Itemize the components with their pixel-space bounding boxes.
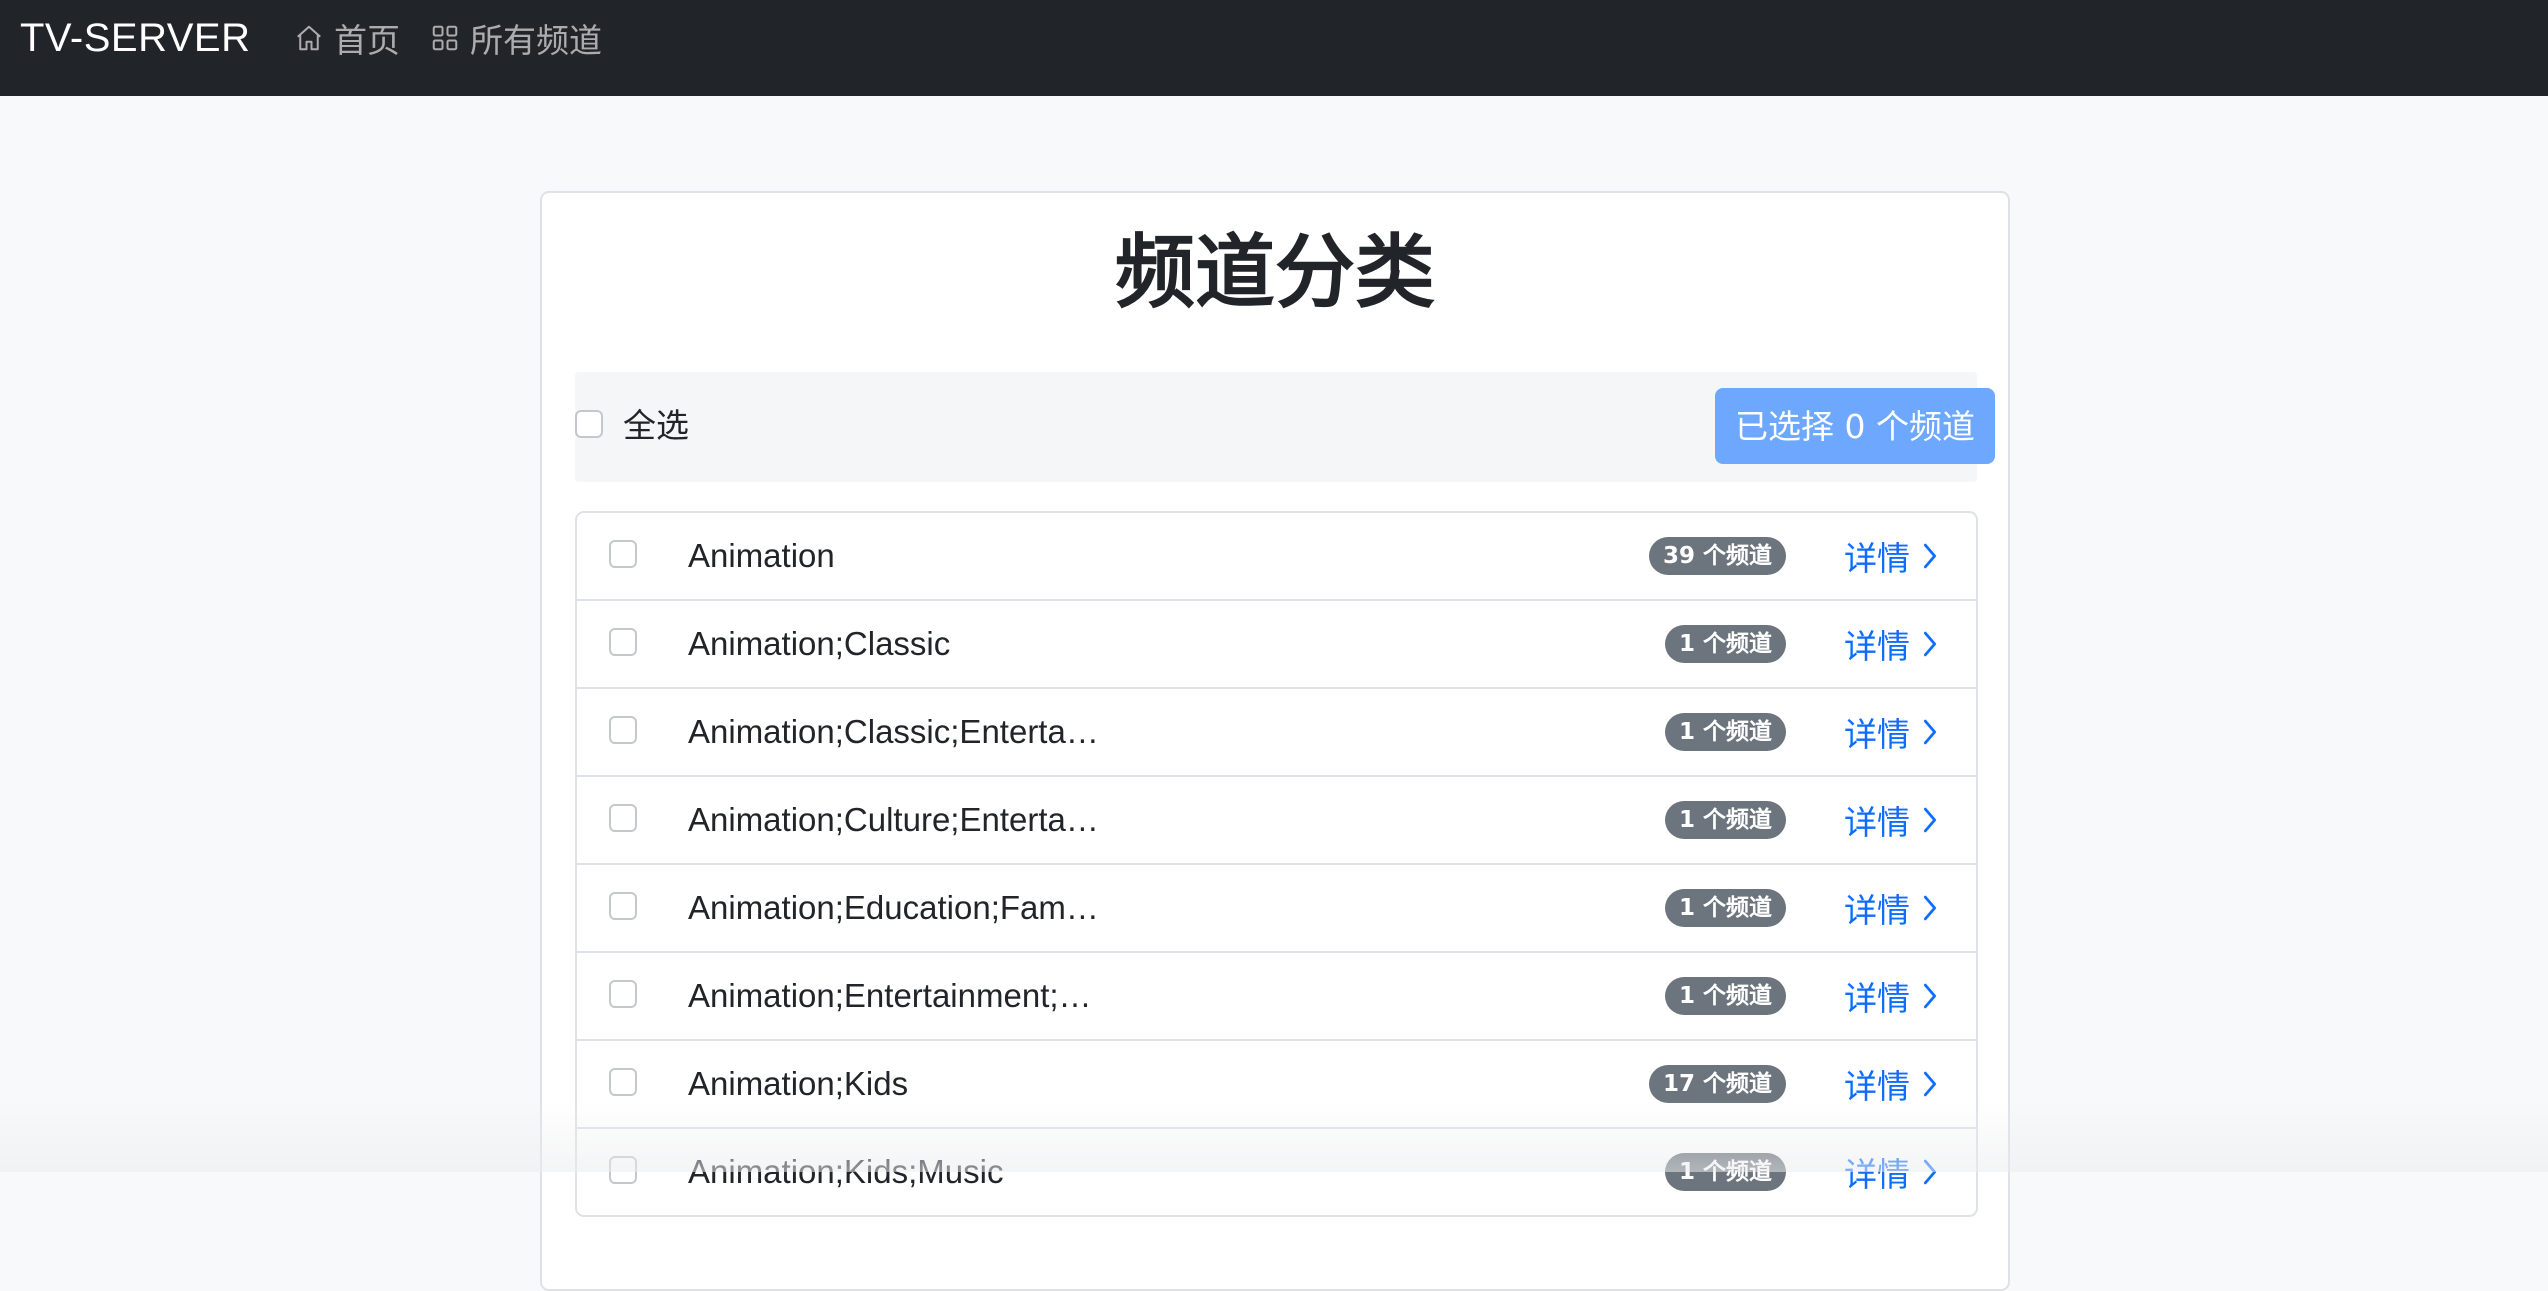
chevron-right-icon xyxy=(1923,719,1937,745)
category-card: 频道分类 全选 已选择 0 个频道 Animation 39 个频道 详情 Anima… xyxy=(540,191,2010,1291)
select-all-label[interactable]: 全选 xyxy=(623,405,689,447)
channel-count-badge: 1 个频道 xyxy=(1664,1153,1786,1191)
detail-link[interactable]: 详情 xyxy=(1844,885,1940,931)
category-row[interactable]: Animation 39 个频道 详情 xyxy=(577,513,1976,601)
page-title: 频道分类 xyxy=(1115,226,1435,319)
category-name: Animation;Classic xyxy=(688,625,951,662)
category-checkbox[interactable] xyxy=(609,804,637,832)
chevron-right-icon xyxy=(1923,895,1937,921)
house-icon xyxy=(297,25,321,51)
chevron-right-icon xyxy=(1923,1071,1937,1097)
detail-link-label: 详情 xyxy=(1844,979,1910,1018)
category-checkbox[interactable] xyxy=(609,716,637,744)
category-checkbox[interactable] xyxy=(609,1068,637,1096)
detail-link-label: 详情 xyxy=(1844,715,1910,754)
category-row[interactable]: Animation;Entertainment;… 1 个频道 详情 xyxy=(577,953,1976,1041)
category-checkbox[interactable] xyxy=(609,540,637,568)
category-name: Animation;Kids xyxy=(688,1065,909,1102)
channel-count-badge: 1 个频道 xyxy=(1664,977,1786,1015)
nav-link-all-channels-label: 所有频道 xyxy=(470,21,602,60)
category-name: Animation;Culture;Enterta… xyxy=(688,801,1099,838)
category-name: Animation;Kids;Music xyxy=(688,1153,1004,1190)
category-checkbox[interactable] xyxy=(609,980,637,1008)
nav-link-home[interactable]: 首页 xyxy=(294,14,400,62)
brand-logo[interactable]: TV-SERVER xyxy=(20,14,251,62)
detail-link[interactable]: 详情 xyxy=(1844,973,1940,1019)
detail-link-label: 详情 xyxy=(1844,627,1910,666)
selection-toolbar: 全选 已选择 0 个频道 xyxy=(575,372,1995,482)
channel-count-badge: 39 个频道 xyxy=(1648,537,1786,575)
detail-link[interactable]: 详情 xyxy=(1844,533,1940,579)
category-row[interactable]: Animation;Classic 1 个频道 详情 xyxy=(577,601,1976,689)
category-row[interactable]: Animation;Classic;Enterta… 1 个频道 详情 xyxy=(577,689,1976,777)
category-row[interactable]: Animation;Kids 17 个频道 详情 xyxy=(577,1041,1976,1129)
nav-link-home-label: 首页 xyxy=(334,21,400,60)
chevron-right-icon xyxy=(1923,807,1937,833)
category-row[interactable]: Animation;Kids;Music 1 个频道 详情 xyxy=(577,1129,1976,1215)
detail-link-label: 详情 xyxy=(1844,803,1910,842)
detail-link[interactable]: 详情 xyxy=(1844,1061,1940,1107)
category-name: Animation;Education;Fam… xyxy=(688,889,1099,926)
category-checkbox[interactable] xyxy=(609,628,637,656)
chevron-right-icon xyxy=(1923,983,1937,1009)
detail-link-label: 详情 xyxy=(1844,1067,1910,1106)
channel-count-badge: 1 个频道 xyxy=(1664,713,1786,751)
category-row[interactable]: Animation;Culture;Enterta… 1 个频道 详情 xyxy=(577,777,1976,865)
category-checkbox[interactable] xyxy=(609,892,637,920)
detail-link[interactable]: 详情 xyxy=(1844,621,1940,667)
detail-link-label: 详情 xyxy=(1844,539,1910,578)
detail-link[interactable]: 详情 xyxy=(1844,709,1940,755)
detail-link[interactable]: 详情 xyxy=(1844,1149,1940,1195)
detail-link-label: 详情 xyxy=(1844,1155,1910,1194)
chevron-right-icon xyxy=(1923,1159,1937,1185)
selected-count-button[interactable]: 已选择 0 个频道 xyxy=(1715,388,1995,464)
grid-icon xyxy=(432,25,458,51)
select-all-checkbox[interactable] xyxy=(575,410,603,438)
channel-count-badge: 1 个频道 xyxy=(1664,889,1786,927)
channel-count-badge: 17 个频道 xyxy=(1648,1065,1786,1103)
category-name: Animation xyxy=(688,537,835,574)
channel-count-badge: 1 个频道 xyxy=(1664,801,1786,839)
navbar: TV-SERVER 首页 所有频道 xyxy=(0,0,2548,96)
category-list: Animation 39 个频道 详情 Animation;Classic 1 个频道详… xyxy=(575,511,1978,1217)
category-row[interactable]: Animation;Education;Fam… 1 个频道 详情 xyxy=(577,865,1976,953)
category-name: Animation;Classic;Enterta… xyxy=(688,713,1099,750)
detail-link[interactable]: 详情 xyxy=(1844,797,1940,843)
nav-link-all-channels[interactable]: 所有频道 xyxy=(430,14,602,62)
chevron-right-icon xyxy=(1923,631,1937,657)
chevron-right-icon xyxy=(1923,543,1937,569)
category-checkbox[interactable] xyxy=(609,1156,637,1184)
detail-link-label: 详情 xyxy=(1844,891,1910,930)
category-name: Animation;Entertainment;… xyxy=(688,977,1092,1014)
channel-count-badge: 1 个频道 xyxy=(1664,625,1786,663)
